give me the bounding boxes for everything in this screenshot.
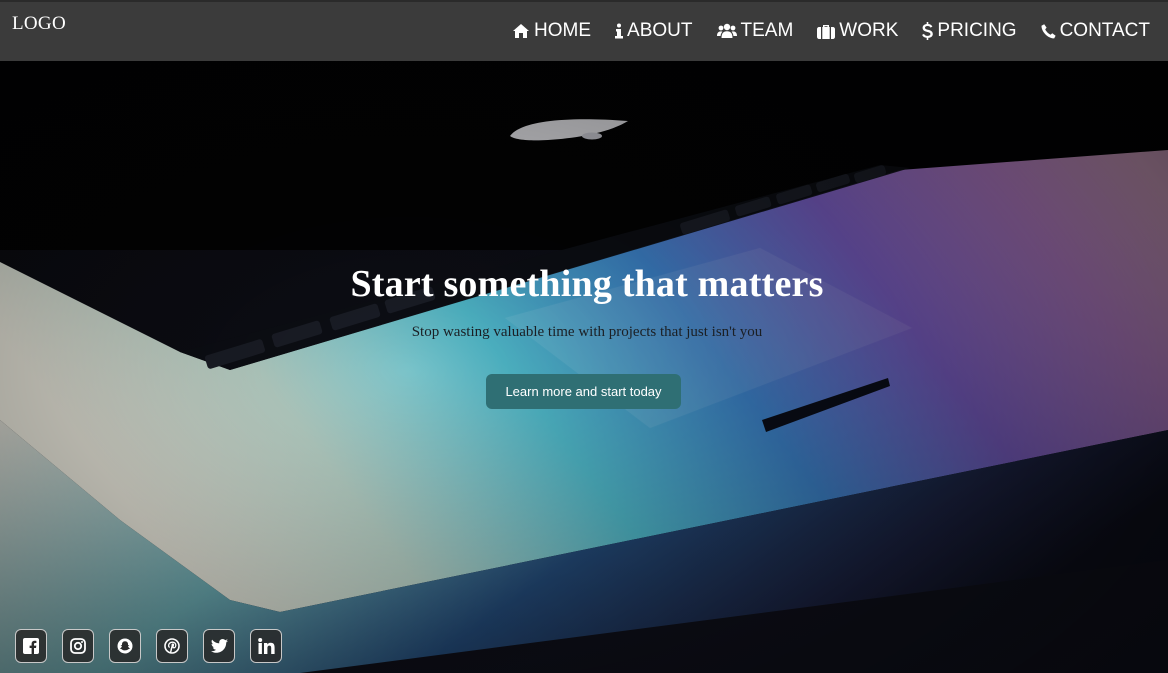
nav-item-about[interactable]: ABOUT — [615, 20, 693, 42]
pinterest-icon — [164, 638, 180, 654]
nav-item-label: CONTACT — [1059, 20, 1150, 41]
learn-more-button[interactable]: Learn more and start today — [486, 374, 681, 409]
nav-item-contact[interactable]: CONTACT — [1041, 20, 1150, 42]
linkedin-icon — [257, 638, 275, 654]
briefcase-icon — [817, 25, 836, 39]
twitter-link[interactable] — [203, 629, 235, 663]
dollar-icon — [922, 22, 934, 40]
linkedin-link[interactable] — [250, 629, 282, 663]
pinterest-link[interactable] — [156, 629, 188, 663]
info-icon — [615, 23, 624, 39]
navbar: LOGO HOME ABOUT TEAM WORK PRICING CONTAC… — [0, 0, 1168, 61]
nav-item-label: ABOUT — [627, 20, 693, 41]
snapchat-icon — [117, 638, 133, 654]
nav-item-label: HOME — [534, 20, 592, 41]
instagram-link[interactable] — [62, 629, 94, 663]
nav-item-team[interactable]: TEAM — [716, 20, 794, 42]
hero-subtitle: Stop wasting valuable time with projects… — [411, 324, 763, 340]
snapchat-link[interactable] — [109, 629, 141, 663]
twitter-icon — [210, 639, 228, 653]
instagram-icon — [70, 638, 86, 654]
nav-item-label: TEAM — [740, 20, 794, 41]
nav-item-work[interactable]: WORK — [817, 20, 898, 42]
nav-item-label: WORK — [839, 20, 899, 41]
logo[interactable]: LOGO — [12, 13, 66, 35]
nav-item-pricing[interactable]: PRICING — [922, 20, 1017, 42]
facebook-icon — [23, 638, 39, 654]
nav-links: HOME ABOUT TEAM WORK PRICING CONTACT — [512, 20, 1150, 42]
users-icon — [716, 23, 737, 38]
nav-item-label: PRICING — [937, 20, 1017, 41]
nav-item-home[interactable]: HOME — [512, 20, 591, 42]
facebook-link[interactable] — [15, 629, 47, 663]
home-icon — [513, 24, 530, 38]
hero-title: Start something that matters — [350, 263, 824, 305]
phone-icon — [1041, 23, 1056, 38]
landing-page: LOGO HOME ABOUT TEAM WORK PRICING CONTAC… — [0, 0, 1168, 673]
social-links — [15, 629, 282, 663]
